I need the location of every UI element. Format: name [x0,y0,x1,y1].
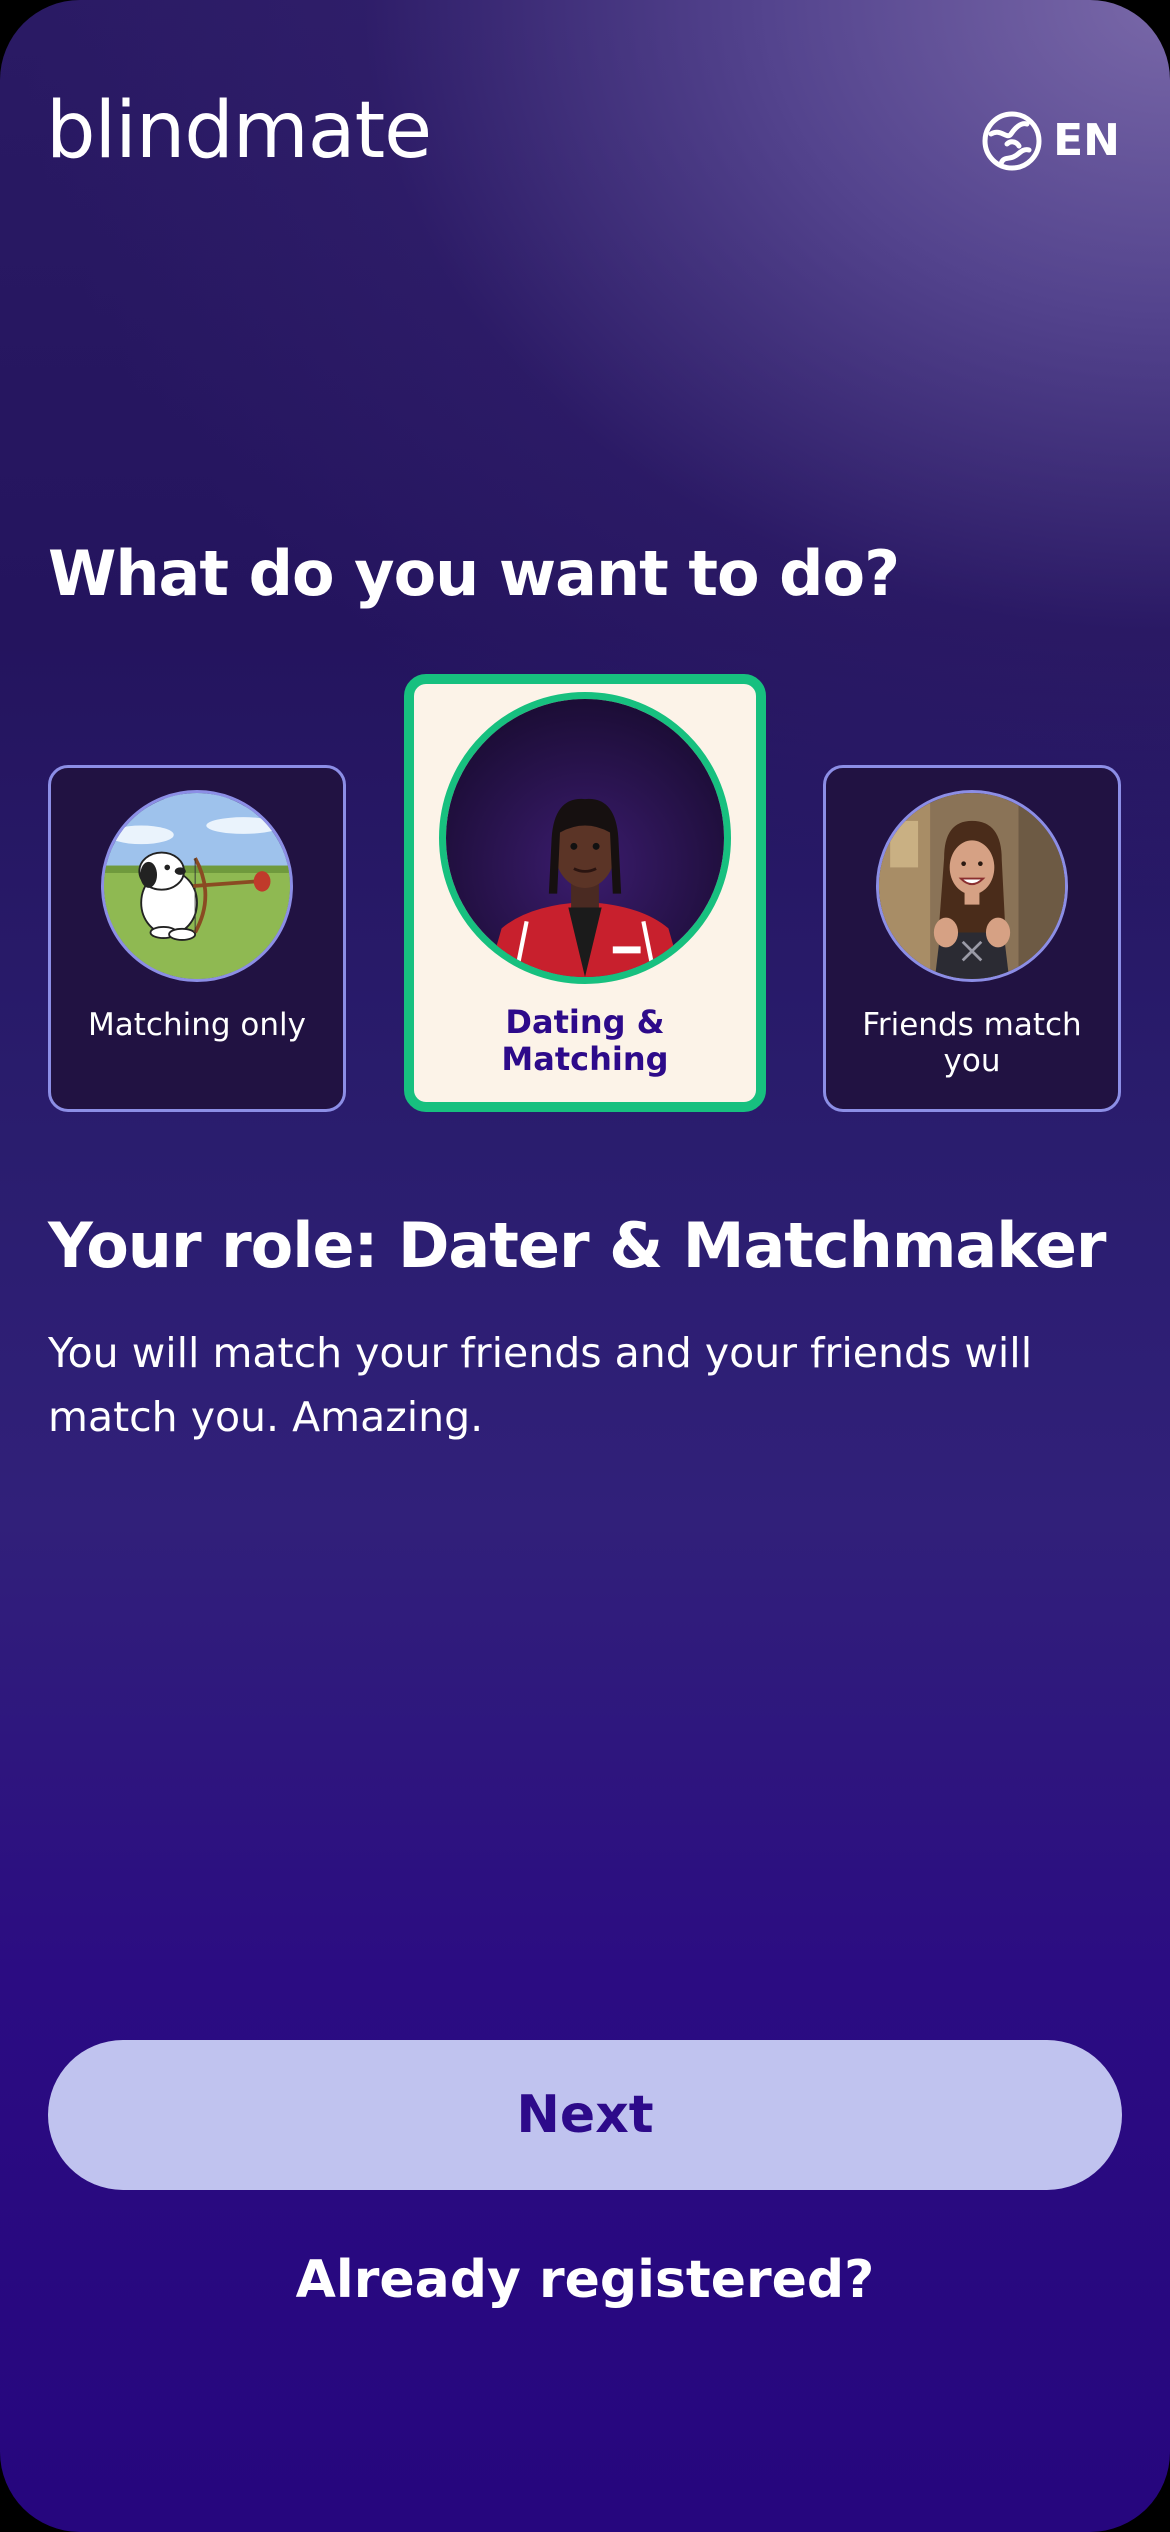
option-card-dating-and-matching[interactable]: Dating & Matching [404,674,766,1112]
language-selector[interactable]: EN [981,110,1120,172]
option-label: Matching only [88,1007,306,1043]
option-label: Dating & Matching [501,1003,669,1078]
brand-logo: blindmate [46,86,432,176]
option-label: Friends match you [862,1007,1082,1079]
option-card-matching-only[interactable]: Matching only [48,765,346,1112]
role-description: You will match your friends and your fri… [48,1329,1033,1441]
next-button[interactable]: Next [48,2040,1122,2190]
excited-woman-photo [876,790,1068,982]
globe-icon [981,110,1043,172]
option-card-friends-match-you[interactable]: Friends match you [823,765,1121,1112]
role-title: Your role: Dater & Matchmaker [48,1209,1106,1282]
already-registered-link[interactable]: Already registered? [0,2250,1170,2310]
onboarding-screen: blindmate EN What do you want to do? Mat… [0,0,1170,2532]
question-heading: What do you want to do? [48,537,900,610]
snoopy-cupid-illustration [101,790,293,982]
man-in-red-jacket-photo [439,692,731,984]
language-label: EN [1053,115,1120,166]
